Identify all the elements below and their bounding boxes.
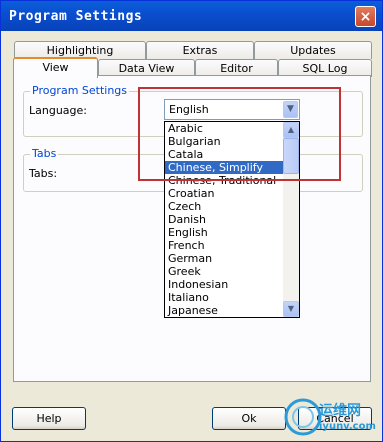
language-select-value: English (169, 103, 209, 116)
program-settings-group-title: Program Settings (30, 84, 130, 97)
language-option[interactable]: Czech (165, 200, 299, 213)
chevron-down-icon[interactable]: ▼ (283, 101, 298, 118)
language-option[interactable]: Italiano (165, 291, 299, 304)
ok-button[interactable]: Ok (212, 407, 286, 430)
ok-button-label: Ok (241, 412, 257, 425)
help-button-label: Help (36, 412, 62, 425)
tab-view[interactable]: View (13, 57, 98, 78)
scroll-up-icon[interactable]: ▲ (283, 122, 299, 138)
help-button[interactable]: Help (12, 407, 86, 430)
program-settings-window: Program Settings × Highlighting Extras U… (0, 0, 383, 442)
language-select[interactable]: English ▼ (164, 99, 300, 120)
language-option[interactable]: Indonesian (165, 278, 299, 291)
tab-updates[interactable]: Updates (254, 41, 372, 59)
tabs-group-title: Tabs (30, 147, 59, 160)
language-option[interactable]: Croatian (165, 187, 299, 200)
watermark-text: 运维网 (319, 403, 361, 419)
dropdown-scrollbar[interactable]: ▲ ▼ (283, 122, 299, 317)
language-option[interactable]: Chinese, Simplify (165, 161, 299, 174)
language-option[interactable]: Arabic (165, 122, 299, 135)
scroll-down-icon[interactable]: ▼ (283, 301, 299, 317)
language-dropdown-list[interactable]: Arabic Bulgarian Catala Chinese, Simplify Ch… (164, 121, 300, 318)
watermark-url: iyunv.com (319, 421, 376, 432)
language-option[interactable]: Chinese, Traditional (165, 174, 299, 187)
tabs-label: Tabs: (29, 167, 58, 180)
tab-extras[interactable]: Extras (146, 41, 254, 59)
language-option[interactable]: Greek (165, 265, 299, 278)
language-label: Language: (29, 104, 87, 117)
language-option[interactable]: Bulgarian (165, 135, 299, 148)
language-option[interactable]: Danish (165, 213, 299, 226)
scroll-thumb[interactable] (283, 138, 299, 174)
close-button[interactable]: × (355, 6, 376, 27)
title-bar[interactable]: Program Settings × (1, 1, 382, 31)
language-options: Arabic Bulgarian Catala Chinese, Simplify Ch… (165, 122, 299, 317)
window-title: Program Settings (9, 9, 143, 24)
language-option[interactable]: German (165, 252, 299, 265)
language-option[interactable]: Catala (165, 148, 299, 161)
language-option[interactable]: Japanese (165, 304, 299, 317)
language-option[interactable]: French (165, 239, 299, 252)
language-option[interactable]: English (165, 226, 299, 239)
